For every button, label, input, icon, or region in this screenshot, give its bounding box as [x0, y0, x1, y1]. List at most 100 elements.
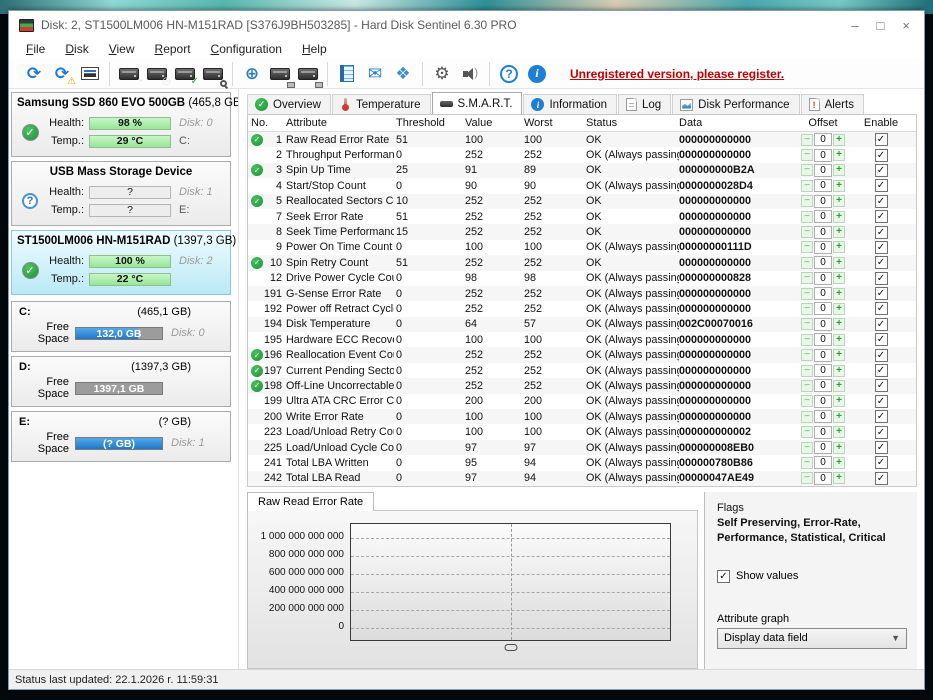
- offset-increase-button[interactable]: +: [833, 164, 845, 177]
- column-header-threshold[interactable]: Threshold: [394, 117, 465, 129]
- menu-item-help[interactable]: Help: [293, 40, 336, 58]
- enable-checkbox[interactable]: ✓: [874, 179, 888, 193]
- offset-decrease-button[interactable]: −: [801, 349, 813, 362]
- offset-increase-button[interactable]: +: [833, 395, 845, 408]
- enable-checkbox[interactable]: ✓: [874, 441, 888, 454]
- offset-increase-button[interactable]: +: [833, 410, 845, 423]
- offset-decrease-button[interactable]: −: [801, 195, 813, 208]
- offset-increase-button[interactable]: +: [833, 287, 845, 300]
- register-link[interactable]: Unregistered version, please register.: [570, 67, 784, 81]
- offset-increase-button[interactable]: +: [833, 333, 845, 346]
- enable-checkbox[interactable]: ✓: [874, 410, 888, 424]
- table-row[interactable]: ✓192Power off Retract Cycle ...0252252OK…: [248, 301, 916, 316]
- mail-icon[interactable]: ✉: [363, 63, 387, 85]
- table-row[interactable]: ✓ 242Total LBA Read 0 97 94 OK (Always passin…: [248, 470, 916, 486]
- enable-checkbox[interactable]: ✓: [874, 256, 888, 270]
- table-row[interactable]: ✓2Throughput Performance0252252OK (Alway…: [248, 147, 916, 162]
- notebook-icon[interactable]: [335, 63, 359, 85]
- offset-decrease-button[interactable]: −: [801, 410, 813, 423]
- enable-checkbox[interactable]: ✓: [874, 240, 888, 254]
- menu-item-report[interactable]: Report: [146, 40, 200, 58]
- table-row[interactable]: ✓ 4 Start/Stop Count 0 90 90 OK (Always passin…: [248, 178, 916, 193]
- network-message-icon[interactable]: ❖: [391, 63, 415, 85]
- column-header-attribute[interactable]: Attribute: [286, 117, 394, 129]
- offset-increase-button[interactable]: +: [833, 133, 845, 146]
- offset-increase-button[interactable]: +: [833, 226, 845, 239]
- table-row[interactable]: ✓225Load/Unload Cycle Cou...09797OK (Alw…: [248, 439, 916, 456]
- enable-checkbox[interactable]: ✓: [874, 394, 888, 408]
- offset-decrease-button[interactable]: −: [801, 379, 813, 392]
- tab-overview[interactable]: ✓ Overview: [247, 94, 331, 114]
- graph-tab-raw-read-error-rate[interactable]: Raw Read Error Rate: [247, 491, 375, 511]
- help-icon[interactable]: ?: [497, 63, 521, 85]
- tab-disk-performance[interactable]: Disk Performance: [672, 94, 800, 114]
- offset-decrease-button[interactable]: −: [801, 226, 813, 239]
- table-row[interactable]: ✓195Hardware ECC Recovered0100100OK (Alw…: [248, 332, 916, 347]
- enable-checkbox[interactable]: ✓: [874, 287, 888, 301]
- enable-checkbox[interactable]: ✓: [874, 210, 888, 224]
- table-row[interactable]: ✓199Ultra ATA CRC Error Co...0200200OK (…: [248, 394, 916, 409]
- offset-increase-button[interactable]: +: [833, 210, 845, 223]
- offset-decrease-button[interactable]: −: [801, 149, 813, 162]
- disk-dock-icon[interactable]: [296, 63, 323, 88]
- info-icon[interactable]: i: [525, 63, 549, 85]
- offset-increase-button[interactable]: +: [833, 349, 845, 362]
- offset-decrease-button[interactable]: −: [801, 179, 813, 192]
- offset-increase-button[interactable]: +: [833, 426, 845, 439]
- disk-connect-icon[interactable]: [268, 63, 295, 88]
- column-header-status[interactable]: Status: [586, 117, 679, 129]
- partition-panel-e[interactable]: E: (? GB) Free Space (? GB) Disk: 1: [11, 411, 231, 462]
- offset-decrease-button[interactable]: −: [801, 426, 813, 439]
- enable-checkbox[interactable]: ✓: [874, 456, 888, 470]
- offset-increase-button[interactable]: +: [833, 256, 845, 269]
- enable-checkbox[interactable]: ✓: [874, 194, 888, 208]
- disk-panel-st1500-selected[interactable]: ST1500LM006 HN-M151RAD (1397,3 GB) ✓ Hea…: [11, 230, 236, 295]
- column-header-value[interactable]: Value: [465, 117, 524, 129]
- enable-checkbox[interactable]: ✓: [874, 364, 888, 378]
- table-row[interactable]: ✓ 7 Seek Error Rate 51 252 252 OK 000000000000 −…: [248, 209, 916, 224]
- offset-decrease-button[interactable]: −: [801, 241, 813, 254]
- column-header-offset[interactable]: Offset: [791, 117, 855, 129]
- offset-decrease-button[interactable]: −: [801, 395, 813, 408]
- table-row[interactable]: ✓9Power On Time Count0100100OK (Always p…: [248, 240, 916, 255]
- disk-gauge-icon[interactable]: ◔: [117, 63, 143, 86]
- offset-increase-button[interactable]: +: [833, 272, 845, 285]
- table-row[interactable]: ✓ 1 Raw Read Error Rate 51 100 100 OK 000000000…: [248, 132, 916, 148]
- offset-decrease-button[interactable]: −: [801, 472, 813, 485]
- offset-decrease-button[interactable]: −: [801, 456, 813, 469]
- disk-panel-samsung-ssd[interactable]: Samsung SSD 860 EVO 500GB (465,8 GB) ✓ H…: [11, 92, 238, 157]
- partition-panel-d[interactable]: D: (1397,3 GB) Free Space 1397,1 GB: [11, 356, 231, 407]
- tab-temperature[interactable]: Temperature: [331, 94, 431, 114]
- offset-decrease-button[interactable]: −: [801, 333, 813, 346]
- title-bar[interactable]: Disk: 2, ST1500LM006 HN-M151RAD [S376J9B…: [9, 11, 924, 39]
- menu-item-view[interactable]: View: [100, 40, 144, 58]
- refresh-warning-icon[interactable]: ⟳ ⚠: [50, 63, 76, 86]
- offset-increase-button[interactable]: +: [833, 149, 845, 162]
- offset-increase-button[interactable]: +: [833, 472, 845, 485]
- offset-decrease-button[interactable]: −: [801, 256, 813, 269]
- offset-decrease-button[interactable]: −: [801, 302, 813, 315]
- tab-s-m-a-r-t[interactable]: S.M.A.R.T.: [431, 92, 523, 114]
- table-row[interactable]: ✓ 3 Spin Up Time 25 91 89 OK 000000000B2A −0 + ✓: [248, 162, 916, 179]
- enable-checkbox[interactable]: ✓: [874, 302, 888, 316]
- enable-checkbox[interactable]: ✓: [874, 471, 888, 485]
- offset-decrease-button[interactable]: −: [801, 287, 813, 300]
- offset-increase-button[interactable]: +: [833, 364, 845, 377]
- tab-log[interactable]: Log: [617, 94, 672, 114]
- enable-checkbox[interactable]: ✓: [874, 333, 888, 347]
- offset-decrease-button[interactable]: −: [801, 364, 813, 377]
- enable-checkbox[interactable]: ✓: [874, 317, 888, 331]
- table-row[interactable]: ✓ 200Write Error Rate 0 100 100 OK (Always pa…: [248, 409, 916, 425]
- tab-alerts[interactable]: Alerts: [800, 94, 864, 114]
- sound-icon[interactable]: ): [458, 63, 482, 85]
- table-row[interactable]: ✓ 191G-Sense Error Rate 0 252 252 OK (Always …: [248, 285, 916, 302]
- table-row[interactable]: ✓223Load/Unload Retry Cou...0100100OK (A…: [248, 424, 916, 439]
- disk-check-icon[interactable]: ✓: [173, 63, 199, 86]
- enable-checkbox[interactable]: ✓: [874, 133, 888, 147]
- offset-decrease-button[interactable]: −: [801, 441, 813, 454]
- enable-checkbox[interactable]: ✓: [874, 425, 888, 439]
- offset-increase-button[interactable]: +: [833, 456, 845, 469]
- column-header-enable[interactable]: Enable: [855, 117, 907, 129]
- enable-checkbox[interactable]: ✓: [874, 148, 888, 162]
- offset-decrease-button[interactable]: −: [801, 164, 813, 177]
